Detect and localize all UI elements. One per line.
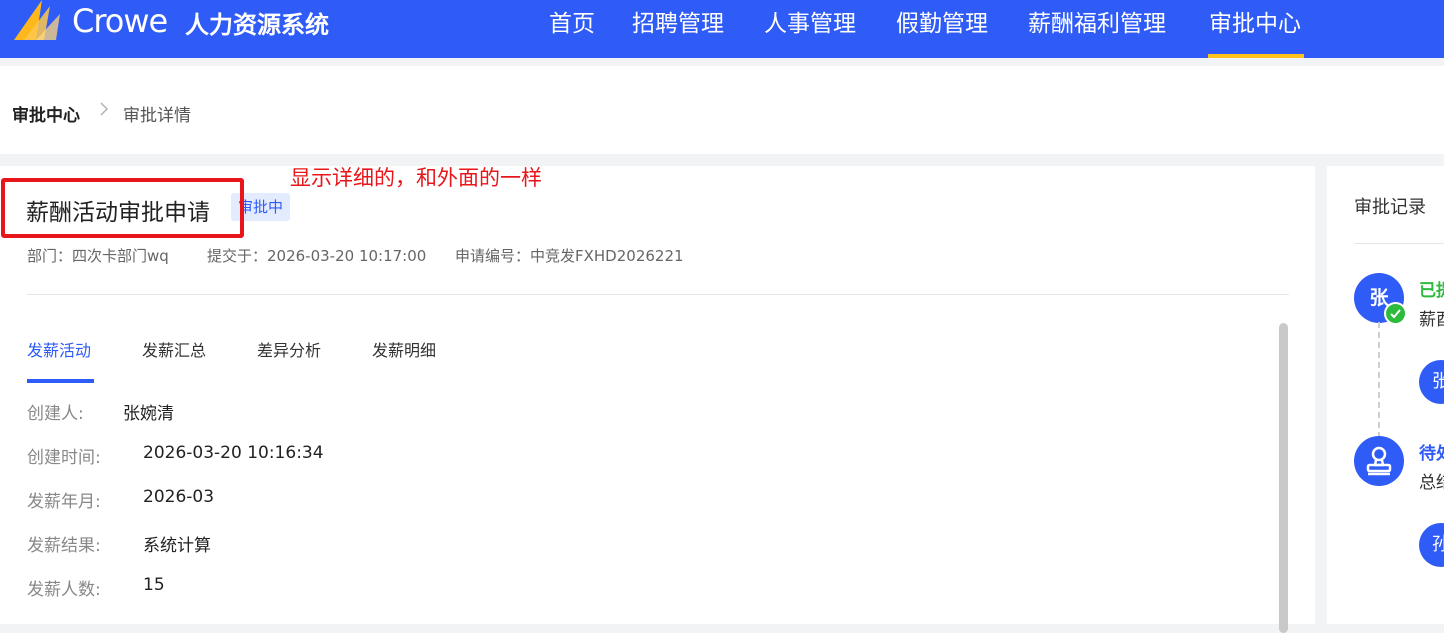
node-status-pending: 待处 (1419, 439, 1444, 464)
tab-payroll-details[interactable]: 发薪明细 (372, 337, 436, 361)
field-label-created-time: 创建时间: (27, 448, 101, 468)
field-value-pay-result: 系统计算 (143, 536, 211, 556)
tab-payroll-summary[interactable]: 发薪汇总 (142, 337, 206, 361)
nav-attendance[interactable]: 假勤管理 (896, 4, 988, 38)
nav-payroll-benefits[interactable]: 薪酬福利管理 (1028, 4, 1166, 38)
active-tab-indicator (27, 379, 94, 383)
meta-submitted-time: 提交于：2026-03-20 10:17:00 (207, 247, 427, 265)
node-status-approved: 已提 (1419, 276, 1444, 301)
approval-detail-card: 薪酬活动审批申请 审批中 显示详细的，和外面的一样 部门：四次卡部门wq 提交于… (0, 166, 1315, 633)
crowe-logo-icon (14, 0, 60, 40)
scrollbar[interactable] (1279, 323, 1288, 633)
field-label-pay-result: 发薪结果: (27, 536, 101, 556)
top-nav-bar: Crowe 人力资源系统 首页 招聘管理 人事管理 假勤管理 薪酬福利管理 审批… (0, 0, 1444, 58)
chevron-right-icon (99, 101, 109, 121)
nav-home[interactable]: 首页 (549, 4, 595, 38)
field-label-pay-month: 发薪年月: (27, 492, 101, 512)
breadcrumb-root[interactable]: 审批中心 (12, 101, 80, 126)
status-badge: 审批中 (231, 193, 291, 221)
stamp-icon (1354, 436, 1404, 486)
breadcrumb-current: 审批详情 (123, 106, 191, 126)
divider (1354, 243, 1444, 244)
page-title: 薪酬活动审批申请 (26, 200, 210, 226)
check-circle-icon (1384, 302, 1407, 325)
timeline-connector (1378, 322, 1380, 438)
field-value-created-time: 2026-03-20 10:16:34 (143, 443, 324, 463)
field-label-headcount: 发薪人数: (27, 580, 101, 600)
nav-approval-center[interactable]: 审批中心 (1209, 4, 1301, 38)
tab-variance-analysis[interactable]: 差异分析 (257, 337, 321, 361)
field-value-headcount: 15 (143, 575, 165, 595)
system-name: 人力资源系统 (185, 11, 329, 39)
approval-record-title: 审批记录 (1354, 197, 1426, 218)
field-value-pay-month: 2026-03 (143, 487, 215, 507)
logo-text: Crowe (72, 2, 168, 40)
tab-payroll-activity[interactable]: 发薪活动 (27, 337, 91, 361)
meta-application-no: 申请编号：中竞发FXHD2026221 (455, 247, 684, 265)
active-nav-indicator (1208, 54, 1304, 58)
node-status-text: 已提 (1419, 281, 1444, 301)
node-status-text: 待处 (1419, 444, 1444, 464)
nav-personnel[interactable]: 人事管理 (764, 4, 856, 38)
meta-department: 部门：四次卡部门wq (27, 247, 169, 265)
breadcrumb: 审批中心 审批详情 (0, 66, 1444, 154)
node-description: 总结 (1419, 473, 1444, 493)
annotation-note: 显示详细的，和外面的一样 (290, 166, 542, 190)
field-label-creator: 创建人: (27, 404, 84, 424)
node-description: 薪酉 (1419, 310, 1444, 330)
nav-recruitment[interactable]: 招聘管理 (632, 4, 724, 38)
divider (27, 294, 1289, 295)
field-value-creator: 张婉清 (123, 404, 174, 424)
